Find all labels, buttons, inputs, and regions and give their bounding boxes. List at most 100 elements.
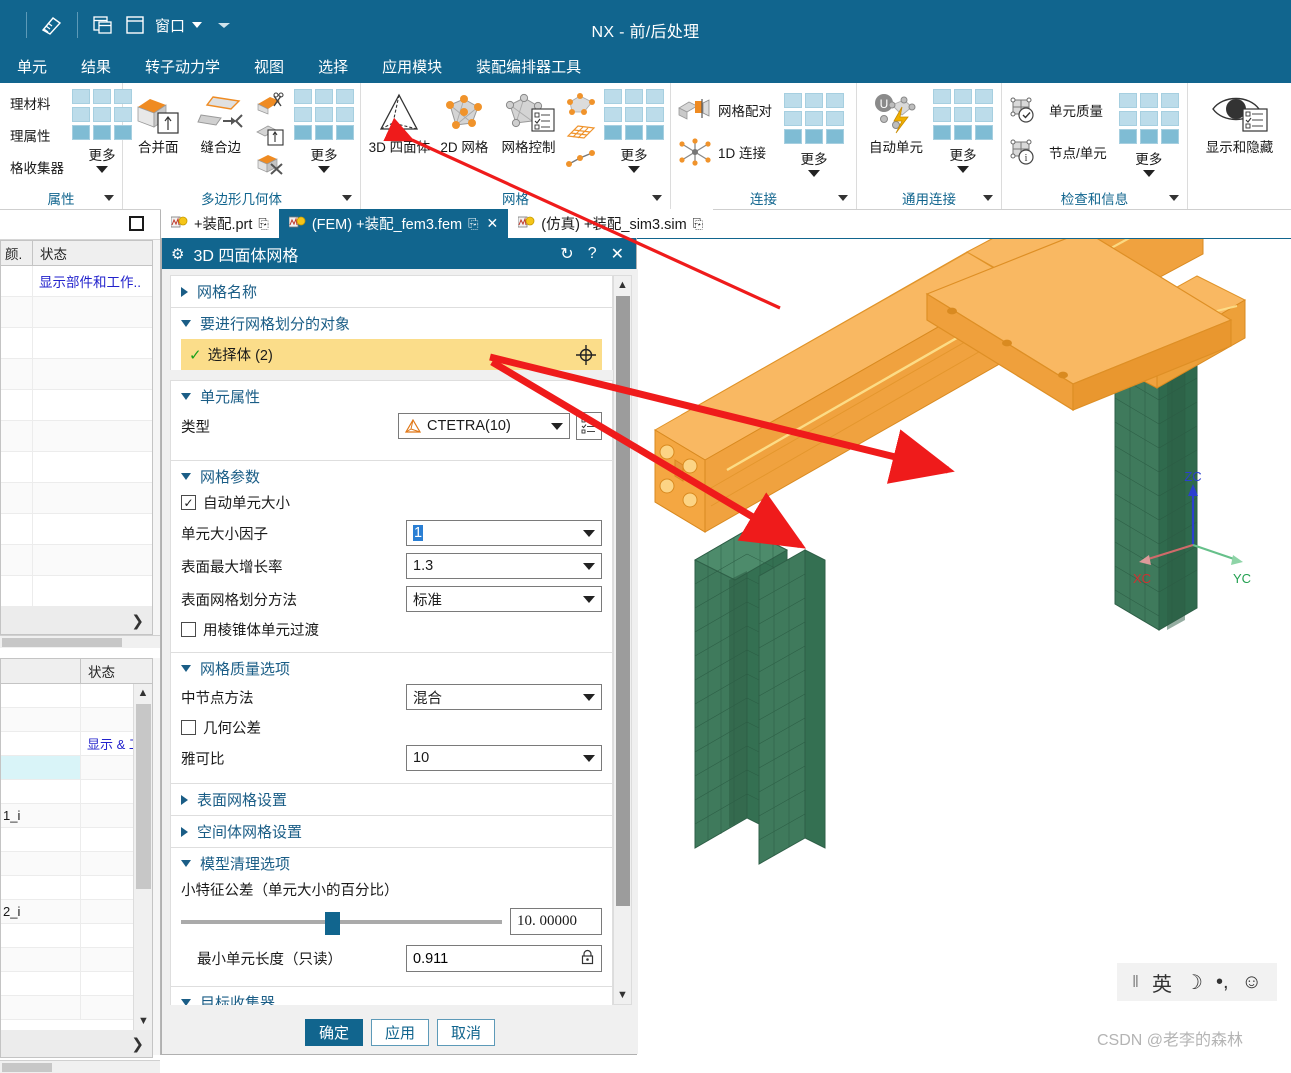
scroll-up-icon[interactable]: ▲ — [134, 684, 152, 702]
cmd-move-face[interactable] — [254, 122, 286, 148]
table-row[interactable] — [1, 483, 152, 514]
cmd-physical-property[interactable]: 理属性 — [10, 125, 64, 145]
small-feature-tolerance-value[interactable]: 10. 00000 — [510, 908, 602, 935]
dialog-scroll-thumb[interactable] — [616, 296, 630, 906]
cmd-show-hide[interactable]: 显示和隐藏 — [1194, 89, 1285, 156]
gallery-more-caret-icon-5[interactable] — [957, 166, 969, 173]
group-dialog-launcher-icon-6[interactable] — [1169, 194, 1179, 201]
dialog-vertical-scrollbar[interactable]: ▲ ▼ — [613, 275, 632, 1005]
pyramid-transition-checkbox[interactable] — [181, 622, 196, 637]
list-item[interactable]: 1_i — [1, 804, 152, 828]
cmd-element-quality[interactable]: 单元质量 — [1008, 96, 1107, 124]
tab-close-icon[interactable]: ✕ — [487, 215, 499, 232]
general-connection-gallery[interactable]: 更多 — [933, 89, 993, 173]
select-body-row[interactable]: ✓ 选择体 (2) — [181, 339, 602, 370]
group-dialog-launcher-icon-4[interactable] — [838, 194, 848, 201]
section-destcollector-header[interactable]: 目标收集器 — [171, 987, 612, 1005]
cmd-2d-mesh[interactable]: 2D 网格 — [436, 89, 493, 156]
group-dialog-launcher-icon[interactable] — [104, 194, 114, 201]
gallery-more-caret-icon[interactable] — [96, 166, 108, 173]
list-item[interactable]: 2_i — [1, 900, 152, 924]
check-info-gallery[interactable]: 更多 — [1118, 93, 1179, 177]
menu-item-3[interactable]: 视图 — [237, 56, 301, 77]
table-row[interactable] — [1, 421, 152, 452]
ime-punctuation-icon[interactable]: •, — [1216, 971, 1229, 994]
cmd-material[interactable]: 理材料 — [10, 93, 64, 113]
auto-element-size-checkbox-row[interactable]: ✓ 自动单元大小 — [181, 492, 602, 513]
reset-icon[interactable]: ↻ — [560, 244, 573, 264]
section-elemprops-header[interactable]: 单元属性 — [171, 381, 612, 412]
gallery-more-caret-icon-4[interactable] — [808, 170, 820, 177]
part-navigator-hscrollbar[interactable] — [0, 635, 160, 648]
surface-mesh-method-combo[interactable]: 标准 — [406, 586, 602, 612]
hscroll-thumb-2[interactable] — [2, 1063, 52, 1072]
midnode-method-combo[interactable]: 混合 — [406, 684, 602, 710]
dialog-scroll-down-icon[interactable]: ▼ — [614, 986, 631, 1004]
section-volumemesh-header[interactable]: 空间体网格设置 — [171, 816, 612, 847]
menu-item-2[interactable]: 转子动力学 — [128, 56, 237, 77]
ime-moon-icon[interactable]: ☽ — [1185, 970, 1203, 995]
help-icon[interactable]: ? — [588, 245, 597, 263]
table-row[interactable]: 显示部件和工作.. — [1, 266, 152, 297]
cmd-3d-tetra-mesh[interactable]: 3D 四面体 — [367, 89, 432, 156]
sim-navigator-vscrollbar[interactable]: ▲ ▼ — [133, 684, 152, 1030]
ime-emoji-icon[interactable]: ☺ — [1242, 971, 1262, 994]
pyramid-transition-checkbox-row[interactable]: 用棱锥体单元过渡 — [181, 619, 602, 640]
table-row[interactable] — [1, 452, 152, 483]
tab-assembly-prt[interactable]: +装配.prt ⎘ — [161, 209, 279, 238]
list-item[interactable] — [1, 828, 152, 852]
cmd-mesh-mating[interactable]: 网格配对 — [677, 96, 772, 124]
ok-button[interactable]: 确定 — [304, 1018, 363, 1046]
ime-drag-handle[interactable]: ‖ — [1132, 972, 1139, 992]
dialog-scroll-up-icon[interactable]: ▲ — [614, 276, 631, 294]
vscroll-thumb[interactable] — [136, 704, 151, 889]
mesh-gallery[interactable]: 更多 — [603, 89, 664, 173]
cmd-sew-edges[interactable]: 缝合边 — [192, 89, 251, 156]
crosshair-icon[interactable] — [570, 339, 602, 370]
menu-item-1[interactable]: 结果 — [64, 56, 128, 77]
table-row[interactable] — [1, 545, 152, 576]
table-row[interactable] — [1, 576, 152, 607]
max-growth-rate-input[interactable]: 1.3 — [406, 553, 602, 579]
cmd-1d-mesh[interactable] — [564, 148, 598, 168]
list-item[interactable] — [1, 876, 152, 900]
gallery-more-caret-icon-6[interactable] — [1142, 170, 1155, 177]
element-size-factor-input[interactable]: 1 — [406, 520, 602, 546]
list-item[interactable] — [1, 948, 152, 972]
section-modelcleanup-header[interactable]: 模型清理选项 — [171, 848, 612, 879]
list-item[interactable] — [1, 972, 152, 996]
list-item[interactable] — [1, 708, 152, 732]
menu-item-5[interactable]: 应用模块 — [365, 56, 459, 77]
list-item[interactable] — [1, 756, 152, 780]
list-item[interactable] — [1, 684, 152, 708]
table-row[interactable] — [1, 328, 152, 359]
group-dialog-launcher-icon-5[interactable] — [983, 194, 993, 201]
list-item[interactable] — [1, 924, 152, 948]
connection-gallery[interactable]: 更多 — [784, 93, 844, 177]
geometry-tolerance-checkbox[interactable] — [181, 720, 196, 735]
table-row[interactable] — [1, 514, 152, 545]
close-icon[interactable]: ✕ — [611, 244, 624, 264]
ime-language-icon[interactable]: 英 — [1152, 968, 1172, 997]
cmd-mesh-control[interactable]: 网格控制 — [497, 89, 560, 156]
apply-button[interactable]: 应用 — [370, 1018, 429, 1046]
table-row[interactable] — [1, 359, 152, 390]
section-meshparams-header[interactable]: 网格参数 — [171, 461, 612, 492]
jacobian-combo[interactable]: 10 — [406, 745, 602, 771]
section-objects-header[interactable]: 要进行网格划分的对象 — [171, 308, 612, 339]
cmd-node-element[interactable]: i 节点/单元 — [1008, 138, 1107, 166]
cmd-delete-face[interactable] — [254, 152, 286, 178]
element-type-combo[interactable]: CTETRA(10) — [398, 413, 570, 439]
geometry-tolerance-checkbox-row[interactable]: 几何公差 — [181, 717, 602, 738]
part-navigator-expand[interactable]: ❯ — [1, 607, 152, 634]
menu-item-0[interactable]: 单元 — [0, 56, 64, 77]
cmd-auto-element[interactable]: U 自动单元 — [863, 89, 929, 156]
cmd-3d-swept-mesh[interactable] — [564, 92, 598, 118]
cmd-split-face[interactable] — [254, 92, 286, 118]
cmd-surface-mesh[interactable] — [564, 120, 598, 146]
sim-navigator-hscrollbar[interactable] — [0, 1060, 160, 1073]
menu-item-6[interactable]: 装配编排器工具 — [459, 56, 598, 77]
tab-sim3-sim[interactable]: (仿真) +装配_sim3.sim ⎘ — [508, 209, 714, 238]
group-dialog-launcher-icon-2[interactable] — [342, 194, 352, 201]
list-item[interactable] — [1, 852, 152, 876]
